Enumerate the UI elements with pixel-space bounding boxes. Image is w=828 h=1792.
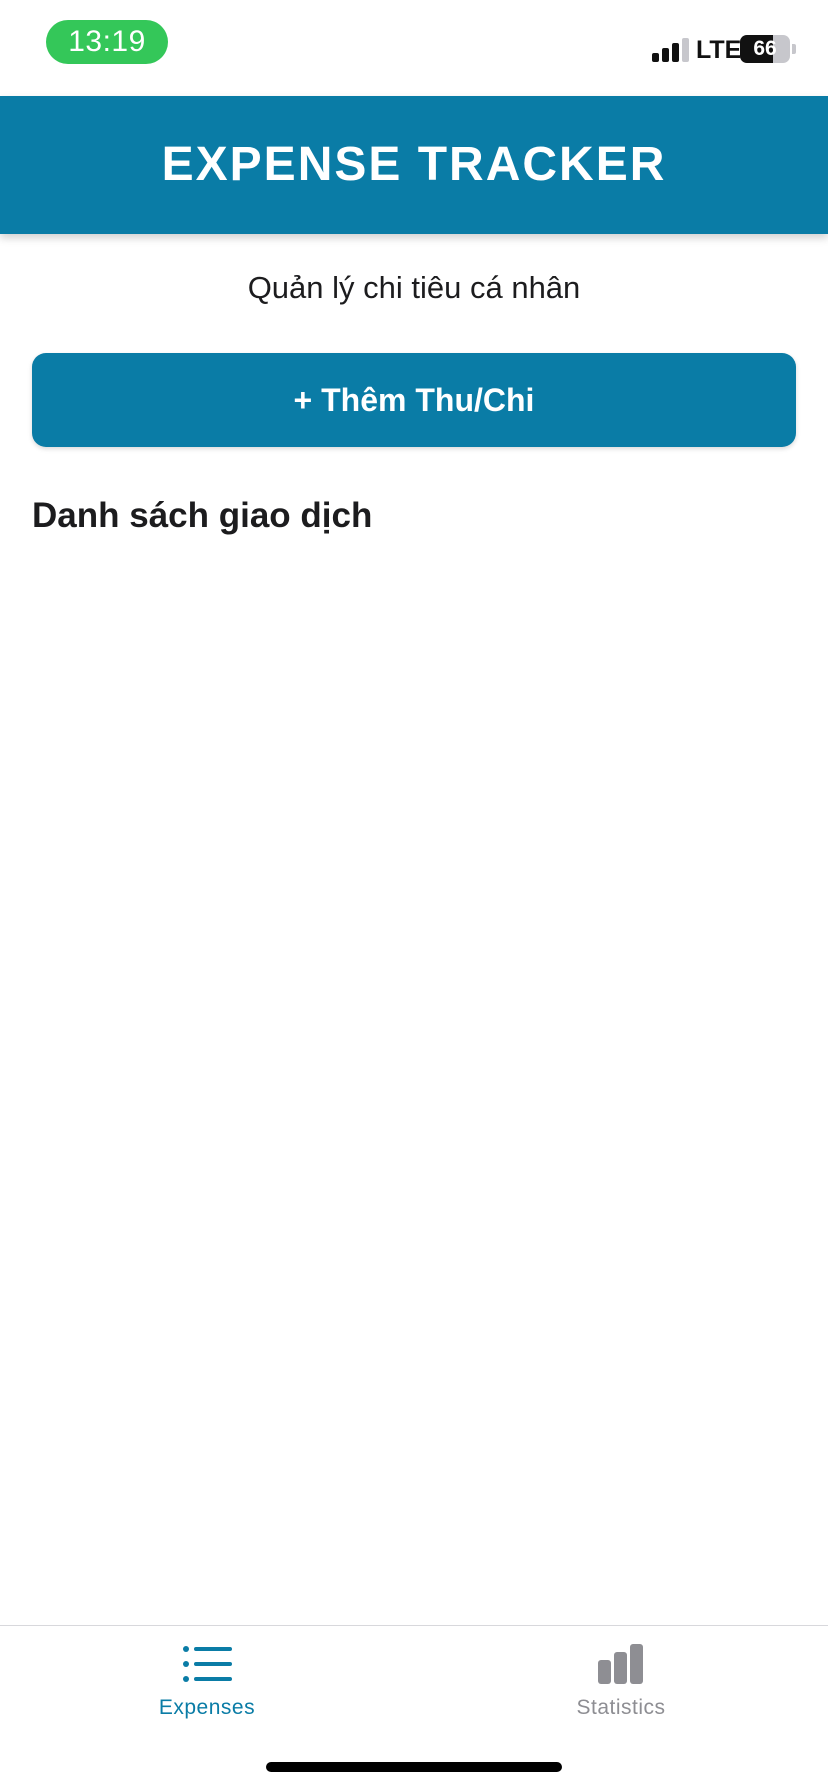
app-title: EXPENSE TRACKER bbox=[161, 138, 667, 191]
battery-level: 66 bbox=[753, 37, 777, 60]
tab-statistics-label: Statistics bbox=[576, 1696, 666, 1719]
cellular-signal-icon bbox=[652, 38, 690, 62]
status-time[interactable]: 13:19 bbox=[46, 20, 168, 64]
list-icon bbox=[183, 1646, 232, 1682]
battery-icon: 66 bbox=[740, 35, 790, 63]
tab-statistics[interactable]: Statistics bbox=[414, 1626, 828, 1746]
add-transaction-button[interactable]: + Thêm Thu/Chi bbox=[32, 353, 796, 447]
transaction-list-title: Danh sách giao dịch bbox=[32, 496, 373, 535]
battery-cap bbox=[792, 44, 796, 54]
page-subtitle: Quản lý chi tiêu cá nhân bbox=[247, 270, 581, 305]
tab-expenses[interactable]: Expenses bbox=[0, 1626, 414, 1746]
transaction-list[interactable] bbox=[32, 560, 796, 1620]
bar-chart-icon bbox=[598, 1644, 643, 1684]
app-header: EXPENSE TRACKER bbox=[0, 96, 828, 234]
app-screen: 13:19 LTE 66 EXPENSE TRACKER Quản lý chi… bbox=[0, 0, 828, 1792]
status-bar: 13:19 LTE 66 bbox=[0, 0, 828, 96]
tab-expenses-label: Expenses bbox=[158, 1696, 256, 1719]
network-type: LTE bbox=[696, 36, 742, 64]
home-indicator[interactable] bbox=[266, 1762, 562, 1772]
